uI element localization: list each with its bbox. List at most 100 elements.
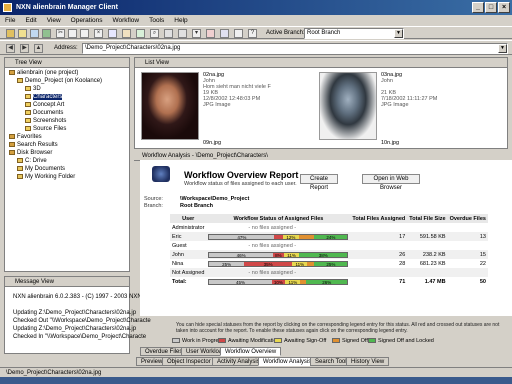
branch-select[interactable]: Root Branch ▼ xyxy=(304,28,404,39)
tree-item[interactable]: Documents xyxy=(5,109,129,117)
menu-file[interactable]: File xyxy=(0,15,20,26)
menu-workflow[interactable]: Workflow xyxy=(107,15,144,26)
workflow-icon[interactable] xyxy=(178,29,187,38)
workflow-table: User Workflow Status of Assigned Files T… xyxy=(170,214,488,286)
delete-icon[interactable]: × xyxy=(94,29,103,38)
tree-item[interactable]: Demo_Project (on Koolance) xyxy=(5,77,129,85)
legend-item[interactable]: Awaiting Modification xyxy=(218,338,280,345)
chevron-down-icon[interactable]: ▼ xyxy=(394,29,403,38)
tree-item[interactable]: Search Results xyxy=(5,141,129,149)
tree-item[interactable]: 3D xyxy=(5,85,129,93)
legend-swatch xyxy=(274,338,282,344)
maximize-button[interactable]: □ xyxy=(485,2,497,13)
row-size: 238.2 KB xyxy=(407,250,448,259)
zoom-icon[interactable]: ▾ xyxy=(192,29,201,38)
tab-history-view[interactable]: History View xyxy=(346,357,390,366)
create-report-button[interactable]: Create Report xyxy=(300,174,338,191)
check-in-icon[interactable] xyxy=(42,29,51,38)
row-overdue xyxy=(448,223,488,232)
legend-item[interactable]: Signed Off xyxy=(332,338,368,345)
cut-icon[interactable]: ✂ xyxy=(56,29,65,38)
status-segment: 10% xyxy=(271,279,286,284)
tab-workflow-overview[interactable]: Workflow Overview xyxy=(220,347,282,356)
status-text: \Demo_Project\Characters\02na.jpg xyxy=(6,370,102,376)
row-user: Total: xyxy=(172,278,187,285)
address-input[interactable]: \Demo_Project\Characters\02na.jpg ▼ xyxy=(82,43,508,54)
tree-item[interactable]: Screenshots xyxy=(5,117,129,125)
view-mode-icon[interactable] xyxy=(164,29,173,38)
tree-item[interactable]: alienbrain (one project) xyxy=(5,69,129,77)
tab-activity-analysis[interactable]: Activity Analysis xyxy=(212,357,265,366)
address-value: \Demo_Project\Characters\02na.jpg xyxy=(85,45,181,51)
minimize-button[interactable]: _ xyxy=(472,2,484,13)
tree-item[interactable]: My Working Folder xyxy=(5,173,129,181)
main-toolbar: ✂ × ⌕ ▾ ? Active Branch: Root Branch ▼ xyxy=(0,26,512,39)
legend-item[interactable]: Signed Off and Locked xyxy=(368,338,434,345)
table-row: Eric 47% 12% 24% 17 591.58 KB 13 xyxy=(170,232,488,241)
open-web-browser-button[interactable]: Open in Web Browser xyxy=(362,174,420,191)
main-window: NXN alienbrain Manager Client _ □ × File… xyxy=(0,0,512,384)
folder-icon xyxy=(17,77,23,83)
print-icon[interactable] xyxy=(220,29,229,38)
back-icon[interactable]: ◀ xyxy=(6,44,15,53)
row-overdue: 15 xyxy=(447,250,488,259)
search-icon[interactable]: ⌕ xyxy=(150,29,159,38)
tree-item[interactable]: My Documents xyxy=(5,165,129,173)
file-type: JPG Image xyxy=(203,102,231,108)
menu-view[interactable]: View xyxy=(42,15,66,26)
forward-icon[interactable]: ▶ xyxy=(20,44,29,53)
file-thumbnail[interactable] xyxy=(141,72,199,140)
copy-icon[interactable] xyxy=(68,29,77,38)
message-line: Checked Out "\\Workspace\Demo_Project\Ch… xyxy=(13,318,151,324)
properties-icon[interactable] xyxy=(122,29,131,38)
menu-help[interactable]: Help xyxy=(169,15,192,26)
folder-icon xyxy=(17,165,23,171)
refresh-icon[interactable] xyxy=(108,29,117,38)
close-button[interactable]: × xyxy=(498,2,510,13)
folder-icon[interactable] xyxy=(18,29,27,38)
history-icon[interactable] xyxy=(136,29,145,38)
tree-item[interactable]: Concept Art xyxy=(5,101,129,109)
status-segment: 45% xyxy=(209,279,272,284)
tree-item[interactable]: Characters xyxy=(5,93,129,101)
row-status: - no files assigned - xyxy=(206,223,350,232)
tree-item[interactable]: Disk Browser xyxy=(5,149,129,157)
legend-item[interactable]: Awaiting Sign-Off xyxy=(274,338,326,345)
tree-item[interactable]: Source Files xyxy=(5,125,129,133)
row-status: 46% 8% 11% 38% xyxy=(206,250,351,259)
file-caption: 10n.jpg xyxy=(381,140,400,146)
row-overdue xyxy=(448,241,488,250)
preview-icon[interactable] xyxy=(234,29,243,38)
address-dropdown-icon[interactable]: ▼ xyxy=(498,44,507,53)
tab-object-inspector[interactable]: Object Inspector xyxy=(162,357,216,366)
folder-icon xyxy=(9,69,15,75)
legend-item[interactable]: Work in Progress xyxy=(172,338,224,345)
source-value: \Workspace\Demo_Project xyxy=(180,196,250,202)
no-files-label: - no files assigned - xyxy=(248,269,297,276)
no-files-label: - no files assigned - xyxy=(248,224,297,231)
tab-workflow-analysis[interactable]: Workflow Analysis xyxy=(258,357,317,366)
row-size xyxy=(407,268,448,277)
menu-operations[interactable]: Operations xyxy=(66,15,108,26)
menu-tools[interactable]: Tools xyxy=(144,15,169,26)
status-segment: 11% xyxy=(285,279,301,284)
legend-label: Signed Off and Locked xyxy=(378,338,434,344)
tree-item[interactable]: C: Drive xyxy=(5,157,129,165)
paste-icon[interactable] xyxy=(80,29,89,38)
status-segment: 8% xyxy=(272,252,284,257)
get-latest-icon[interactable] xyxy=(6,29,15,38)
tree-item-label: Screenshots xyxy=(33,118,67,124)
folder-icon xyxy=(9,149,15,155)
status-bar-chart: 47% 12% 24% xyxy=(208,233,349,240)
menu-edit[interactable]: Edit xyxy=(20,15,41,26)
help-icon[interactable]: ? xyxy=(248,29,257,38)
table-row: Not Assigned - no files assigned - xyxy=(170,268,488,277)
file-thumbnail[interactable] xyxy=(319,72,377,140)
mail-icon[interactable] xyxy=(206,29,215,38)
check-out-icon[interactable] xyxy=(30,29,39,38)
folder-icon xyxy=(25,85,31,91)
tree-item[interactable]: Favorites xyxy=(5,133,129,141)
table-row: Administrator - no files assigned - xyxy=(170,223,488,232)
row-status: 47% 12% 24% xyxy=(206,232,351,241)
up-icon[interactable]: ▲ xyxy=(34,44,43,53)
